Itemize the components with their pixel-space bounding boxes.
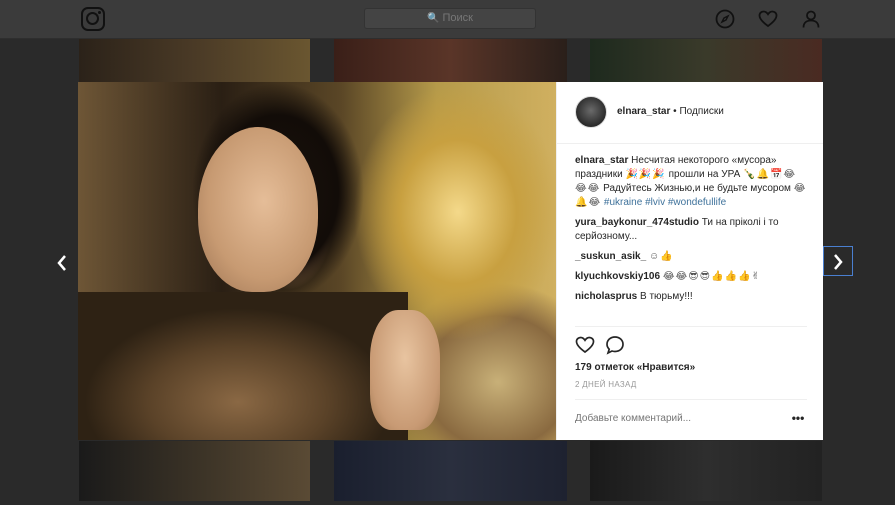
more-options-icon[interactable]: ••• xyxy=(789,410,807,426)
post-modal: elnara_star • Подписки elnara_star Несчи… xyxy=(78,82,823,440)
search-placeholder: Поиск xyxy=(442,12,473,24)
search-icon: 🔍 xyxy=(427,13,440,24)
comment-item: yura_baykonur_474studio Ти на пріколі і … xyxy=(575,216,807,244)
instagram-logo-icon[interactable] xyxy=(81,7,105,31)
author-username[interactable]: elnara_star xyxy=(617,106,670,117)
divider xyxy=(575,326,807,327)
comment-text: 😂😂😎😎👍👍👍✌ xyxy=(662,271,761,282)
top-navigation-bar: 🔍 Поиск xyxy=(0,0,895,39)
divider xyxy=(575,399,807,400)
post-sidebar: elnara_star • Подписки elnara_star Несчи… xyxy=(556,82,823,440)
background-post-thumbnail xyxy=(79,441,310,501)
comment-username[interactable]: _suskun_asik_ xyxy=(575,251,646,262)
background-post-thumbnail xyxy=(334,441,567,501)
comment-text: ☺👍 xyxy=(648,251,674,262)
caption-username[interactable]: elnara_star xyxy=(575,155,628,166)
hashtag-link[interactable]: #lviv xyxy=(645,197,665,208)
comment-username[interactable]: nicholasprus xyxy=(575,291,637,302)
comment-item: _suskun_asik_ ☺👍 xyxy=(575,250,807,264)
background-post-thumbnail xyxy=(334,39,567,82)
photo-subject-face xyxy=(198,127,318,292)
comment-username[interactable]: klyuchkovskiy106 xyxy=(575,271,660,282)
follow-status-button[interactable]: Подписки xyxy=(679,106,723,117)
comment-username[interactable]: yura_baykonur_474studio xyxy=(575,217,699,228)
add-comment-input[interactable] xyxy=(575,410,775,426)
avatar[interactable] xyxy=(575,96,607,128)
post-header: elnara_star • Подписки xyxy=(557,82,823,144)
comment-item: nicholasprus В тюрьму!!! xyxy=(575,290,807,304)
search-input[interactable]: 🔍 Поиск xyxy=(364,8,536,29)
post-caption: elnara_star Несчитая некоторого «мусора»… xyxy=(575,154,807,210)
next-post-button[interactable] xyxy=(823,246,853,276)
person-icon[interactable] xyxy=(801,9,821,29)
caption-emoji: 🎉🎉🎉 xyxy=(625,169,666,180)
caption-text: прошли на УРА xyxy=(668,169,741,180)
hashtag-link[interactable]: #wondefullife xyxy=(668,197,726,208)
chevron-left-icon xyxy=(57,255,66,271)
post-author-line: elnara_star • Подписки xyxy=(617,106,724,117)
background-post-thumbnail xyxy=(79,39,310,82)
post-photo[interactable] xyxy=(78,82,556,440)
likes-count[interactable]: 179 отметок «Нравится» xyxy=(575,362,695,373)
hashtag-link[interactable]: #ukraine xyxy=(604,197,642,208)
heart-icon[interactable] xyxy=(758,9,778,29)
comment-bubble-icon[interactable] xyxy=(605,335,625,355)
compass-icon[interactable] xyxy=(715,9,735,29)
background-post-thumbnail xyxy=(590,441,822,501)
photo-subject-hand xyxy=(370,310,440,430)
comment-item: klyuchkovskiy106 😂😂😎😎👍👍👍✌ xyxy=(575,270,807,284)
chevron-right-icon xyxy=(834,254,843,270)
post-timestamp: 2 ДНЕЙ НАЗАД xyxy=(575,380,637,389)
header-separator: • xyxy=(673,106,677,117)
comment-text: В тюрьму!!! xyxy=(640,291,693,302)
previous-post-button[interactable] xyxy=(48,248,78,278)
caption-text: Радуйтесь Жизнью,и не будьте мусором xyxy=(603,183,791,194)
background-post-thumbnail xyxy=(590,39,822,82)
photo-subject-fur-coat xyxy=(78,292,408,440)
heart-icon[interactable] xyxy=(575,335,595,355)
comments-list: elnara_star Несчитая некоторого «мусора»… xyxy=(575,154,807,310)
